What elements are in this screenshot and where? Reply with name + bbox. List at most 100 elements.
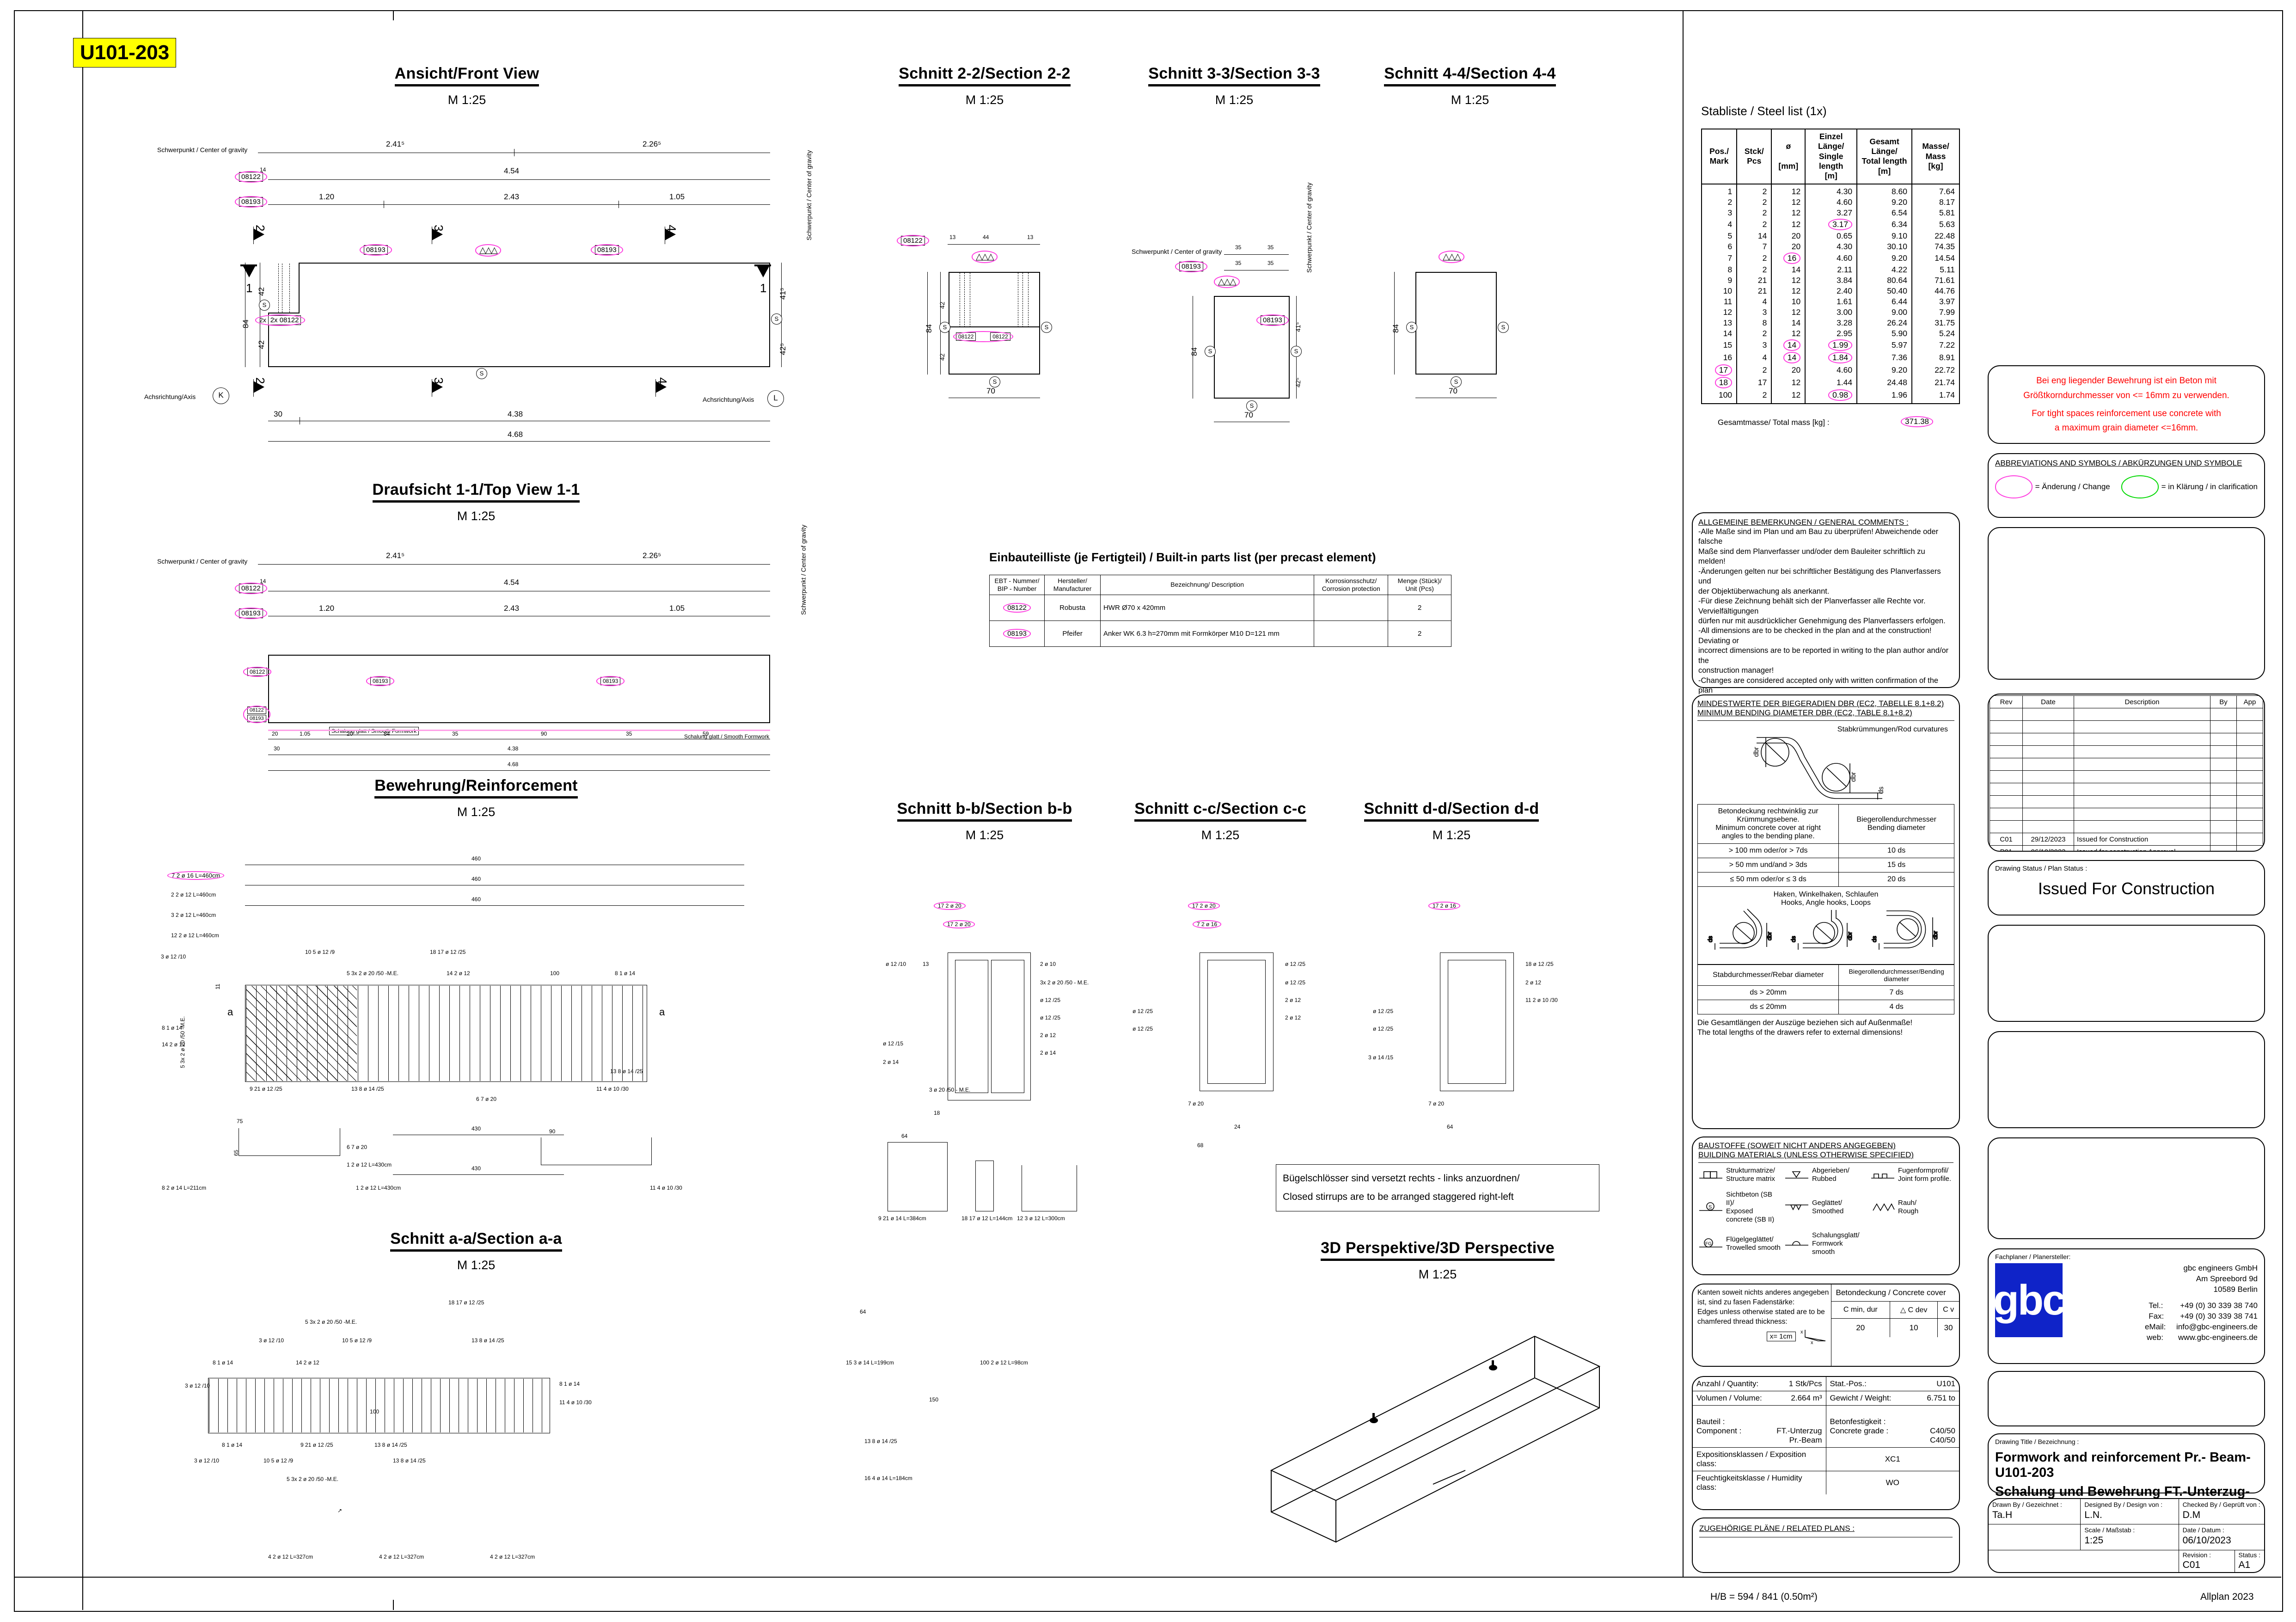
- table-row: 6 7 20 4.30 30.10 74.35: [1701, 241, 1960, 252]
- table-row: 08193 Pfeifer Anker WK 6.3 h=270mm mit F…: [989, 620, 1451, 647]
- svg-text:x: x: [1811, 1340, 1813, 1345]
- rev-empty-cell: [2074, 795, 2210, 808]
- sheet-margin-line: [82, 10, 83, 1610]
- secbb-cloud-17b: 17 2 ø 20: [943, 920, 975, 928]
- reinf-callout-2: 2 2 ø 12 L=460cm: [171, 891, 216, 898]
- rev-empty-cell: [2236, 733, 2263, 746]
- rev-empty-cell: [2074, 720, 2210, 733]
- steel-cell-pcs: 2: [1736, 218, 1772, 231]
- front-tag-08122-cloud: 08122: [235, 171, 267, 183]
- field-label: Designed By / Design von :: [2084, 1501, 2163, 1508]
- secaa-callout-5: 5 3x 2 ø 20 /50 -M.E.: [305, 1319, 357, 1325]
- material-label: Fugenformprofil/Joint form profile.: [1898, 1167, 1952, 1183]
- topview-dim-438: 4.38: [508, 745, 519, 752]
- steel-cell-pcs: 2: [1736, 328, 1772, 339]
- steel-cell-mark: 5: [1701, 230, 1738, 241]
- steel-cell-dia: 14: [1771, 317, 1806, 328]
- rev-col-desc: Description: [2074, 695, 2210, 708]
- topview-chain-1: 20: [272, 731, 278, 737]
- contact-key: eMail:: [2144, 1322, 2166, 1331]
- revision-cloud: 1.99: [1828, 339, 1853, 351]
- secbb-bar-label-18: 18 17 ø 12 L=144cm: [961, 1215, 1013, 1222]
- steel-cell-total: 9.10: [1856, 230, 1912, 241]
- material-label: Strukturmatrize/Structure matrix: [1726, 1167, 1775, 1183]
- table-row: 18 17 12 1.44 24.48 21.74: [1701, 376, 1960, 389]
- secbb-callout-9: ø 12 /25: [1040, 997, 1061, 1003]
- cover-header-row: C min, dur △ C dev C v: [1831, 1302, 1959, 1319]
- front-tag-08193-cloud: 08193: [235, 196, 267, 208]
- steel-cell-mass: 5.24: [1911, 328, 1960, 339]
- rev-empty-cell: [2210, 795, 2237, 808]
- rev-empty-cell: [1990, 733, 2023, 746]
- secaa-callout-13b: 13 8 ø 14 /25: [374, 1442, 407, 1448]
- steel-cell-mark: 12: [1701, 307, 1738, 318]
- topview-chain-8: 59: [703, 731, 709, 737]
- bending-cover: > 100 mm oder/or > 7ds: [1697, 843, 1839, 858]
- gbc-logo: gbc: [1993, 1263, 2066, 1337]
- rev-empty-cell: [2236, 770, 2263, 783]
- rev-empty-cell: [2022, 745, 2074, 758]
- front-embed-2x-08122: 2x 2x 08122: [255, 314, 306, 326]
- reinf-callout-14: 14 2 ø 12: [447, 970, 470, 977]
- table-row: 14 2 12 2.95 5.90 5.24: [1701, 328, 1960, 339]
- rev-empty-cell: [2236, 783, 2263, 796]
- rev-empty-cell: [2210, 758, 2237, 771]
- field-label: Drawn By / Gezeichnet :: [1992, 1501, 2062, 1508]
- rev-empty-cell: [2210, 820, 2237, 833]
- revision-table: Rev Date Description By App C01 29/12/202…: [1990, 695, 2263, 851]
- comment-line: -Changes are considered accepted only wi…: [1698, 676, 1939, 694]
- table-row: [1990, 820, 2263, 833]
- svg-text:x: x: [1800, 1329, 1803, 1335]
- front-height-total: 84: [241, 319, 250, 328]
- bending-dia: 20 ds: [1838, 872, 1954, 887]
- table-row: [1990, 733, 2263, 746]
- placeholder-box-1: [1988, 925, 2265, 1022]
- steel-cell-mark: 11: [1701, 296, 1738, 307]
- steel-cell-mass: 71.61: [1911, 275, 1960, 286]
- view-title-text: Ansicht/Front View: [394, 65, 539, 86]
- topview-dim-30: 30: [274, 745, 280, 752]
- reinf-callout-13: 13 8 ø 14 /25: [351, 1086, 384, 1092]
- rev-empty-cell: [2236, 758, 2263, 771]
- secbb-stirrup-left: [955, 960, 988, 1093]
- topview-cog-right: Schwerpunkt / Center of gravity: [800, 524, 807, 615]
- topview-outline: [268, 655, 770, 723]
- secaa-callout-2: 8 1 ø 14: [213, 1359, 233, 1366]
- view-scale: M 1:25: [447, 93, 486, 107]
- front-overall-dim: 4.68: [508, 430, 523, 439]
- title-fields-box: Drawn By / Gezeichnet : Ta.H Designed By…: [1988, 1498, 2265, 1573]
- section-4-4-drawing: △△△ 84 S S S 70: [1359, 180, 1553, 398]
- rev-cell-app: [2236, 833, 2263, 846]
- steel-cell-pcs: 2: [1736, 264, 1772, 275]
- steel-cell-pcs: 2: [1736, 388, 1772, 403]
- footer-sheet-size: H/B = 594 / 841 (0.50m²): [1710, 1591, 1818, 1602]
- general-comments-title: ALLGEMEINE BEMERKUNGEN / GENERAL COMMENT…: [1698, 518, 1909, 527]
- steel-total-value: 371.38: [1901, 416, 1933, 427]
- warning-de-1: Bei eng liegender Bewehrung ist ein Beto…: [2036, 376, 2216, 386]
- field-label: Status :: [2238, 1551, 2260, 1559]
- edges-block: Kanten soweit nichts anderes angegeben i…: [1693, 1284, 1831, 1366]
- table-row: 08122 Robusta HWR Ø70 x 420mm 2: [989, 594, 1451, 621]
- view-title-persp: 3D Perspektive/3D Perspective M 1:25: [1321, 1239, 1555, 1281]
- reinf-dim-460c: 460: [471, 896, 481, 903]
- steel-cell-dia: 14: [1771, 264, 1806, 275]
- rod-curvature-caption: Stabkrümmungen/Rod curvatures: [1837, 725, 1948, 733]
- secdd-callout-1225: ø 12 /25: [1373, 1008, 1394, 1014]
- sec22-inner-tags: 08122 08122: [953, 331, 1037, 342]
- field-value: L.N.: [2084, 1510, 2102, 1520]
- steel-cell-mark: 6: [1701, 241, 1738, 252]
- front-height-lower: 42: [257, 340, 266, 349]
- smooth-badge-icon: S: [1451, 376, 1462, 387]
- front-dim-low-2: 2.43: [504, 192, 520, 201]
- comment-line: construction manager!: [1698, 666, 1774, 675]
- table-row: Revision : C01 Status : A1: [1989, 1550, 2264, 1572]
- rev-empty-cell: [2074, 783, 2210, 796]
- secbb-stirrup-right: [991, 960, 1024, 1093]
- reinf-callout-6: 6 7 ø 20: [476, 1096, 497, 1102]
- related-plans-title: ZUGEHÖRIGE PLÄNE / RELATED PLANS :: [1699, 1524, 1855, 1533]
- steel-cell-single: 1.61: [1805, 296, 1858, 307]
- joint-profile-icon: [1870, 1168, 1895, 1182]
- view-title-sec22: Schnitt 2-2/Section 2-2 M 1:25: [899, 65, 1071, 107]
- bending-footer-de: Die Gesamtlängen der Auszüge beziehen si…: [1697, 1019, 1913, 1027]
- rev-col-by: By: [2210, 695, 2237, 708]
